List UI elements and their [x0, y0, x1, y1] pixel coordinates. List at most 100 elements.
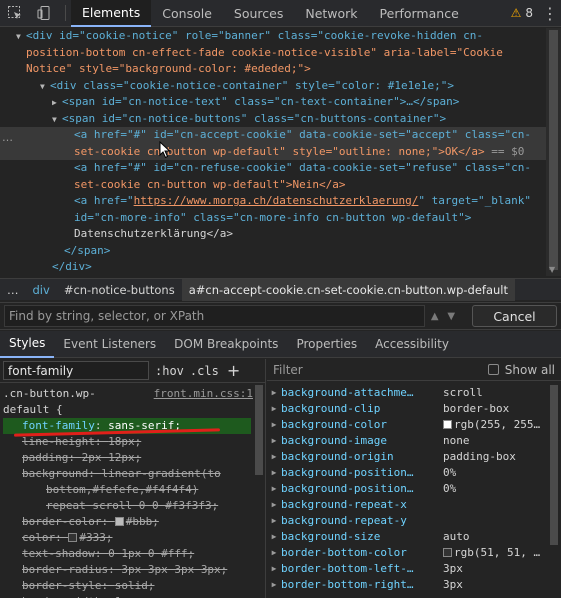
dom-line-close-span[interactable]: </span> [0, 243, 546, 260]
dom-line-continuation[interactable]: set-cookie cn-button wp-default" style="… [0, 143, 546, 160]
find-next-icon[interactable]: ▼ [445, 305, 459, 327]
dom-line-close-div[interactable]: </div> [0, 259, 546, 276]
new-rule-icon[interactable]: + [227, 361, 240, 380]
style-property[interactable]: color: #333; [3, 530, 265, 546]
breadcrumb-div[interactable]: div [26, 279, 57, 301]
show-all-checkbox[interactable] [487, 364, 499, 375]
expand-triangle-icon[interactable]: ▶ [267, 497, 281, 513]
computed-row[interactable]: ▶ background-repeat-x [267, 497, 561, 513]
dom-line-cn-accept-cookie-selected[interactable]: <a href="#" id="cn-accept-cookie" data-c… [0, 127, 546, 144]
collapse-triangle-icon[interactable]: ▶ [52, 95, 62, 112]
dom-line-menu-dots[interactable]: … [2, 131, 13, 144]
privacy-link[interactable]: https://www.morga.ch/datenschutzerklaeru… [134, 194, 419, 207]
property-name[interactable]: color [22, 531, 55, 544]
tab-styles[interactable]: Styles [0, 331, 55, 358]
computed-row[interactable]: ▶ background-clip border-box [267, 401, 561, 417]
scrollbar-thumb[interactable] [550, 385, 558, 545]
expand-triangle-icon[interactable]: ▶ [267, 513, 281, 529]
expand-triangle-icon[interactable]: ▶ [267, 449, 281, 465]
property-value[interactable]: 18px; [108, 435, 141, 448]
tab-sources[interactable]: Sources [223, 0, 294, 27]
property-value[interactable]: solid; [115, 579, 155, 592]
scroll-down-icon[interactable]: ▼ [549, 265, 555, 274]
tab-properties[interactable]: Properties [287, 331, 366, 358]
cls-toggle[interactable]: .cls [190, 364, 219, 378]
expand-triangle-icon[interactable]: ▶ [267, 465, 281, 481]
inspect-element-icon[interactable] [0, 0, 30, 27]
property-name[interactable]: line-height [22, 435, 95, 448]
more-options-icon[interactable]: ⋮ [539, 4, 561, 23]
rule-source-link[interactable]: front.min.css:1 [154, 386, 253, 402]
expand-triangle-icon[interactable]: ▶ [267, 417, 281, 433]
tab-accessibility[interactable]: Accessibility [366, 331, 458, 358]
expand-triangle-icon[interactable]: ▶ [267, 577, 281, 593]
property-name[interactable]: border-radius [22, 563, 108, 576]
tab-event-listeners[interactable]: Event Listeners [54, 331, 165, 358]
property-value[interactable]: 0 1px 0 #fff; [108, 547, 194, 560]
style-property[interactable]: border-radius: 3px 3px 3px 3px; [3, 562, 265, 578]
style-property[interactable]: border-color: #bbb; [3, 514, 265, 530]
computed-row[interactable]: ▶ border-bottom-color rgb(51, 51, … [267, 545, 561, 561]
computed-row[interactable]: ▶ background-attachme… scroll [267, 385, 561, 401]
tab-network[interactable]: Network [294, 0, 368, 27]
scrollbar-thumb[interactable] [549, 30, 558, 270]
expand-triangle-icon[interactable]: ▶ [267, 529, 281, 545]
expand-triangle-icon[interactable]: ▼ [16, 29, 26, 46]
style-property[interactable]: bottom,#fefefe,#f4f4f4) [3, 482, 265, 498]
dom-scrollbar[interactable]: ▼ [546, 28, 561, 276]
property-value[interactable]: #333; [79, 531, 112, 544]
property-name[interactable]: text-shadow [22, 547, 95, 560]
computed-filter-input[interactable] [273, 360, 463, 379]
expand-triangle-icon[interactable]: ▶ [267, 385, 281, 401]
show-all-toggle[interactable]: Show all [487, 363, 555, 377]
breadcrumb-cn-notice-buttons[interactable]: #cn-notice-buttons [57, 279, 182, 301]
style-property[interactable]: line-height: 18px; [3, 434, 265, 450]
property-name[interactable]: border-style [22, 579, 101, 592]
breadcrumb-ellipsis[interactable]: … [0, 279, 26, 301]
computed-row[interactable]: ▶ border-bottom-left-… 3px [267, 561, 561, 577]
property-value[interactable]: bottom,#fefefe,#f4f4f4) [46, 483, 198, 496]
computed-row[interactable]: ▶ border-bottom-right… 3px [267, 577, 561, 593]
expand-triangle-icon[interactable]: ▼ [40, 79, 50, 96]
property-value[interactable]: #bbb; [126, 515, 159, 528]
property-name[interactable]: border-color [22, 515, 101, 528]
computed-row[interactable]: ▶ background-repeat-y [267, 513, 561, 529]
dom-line-div-cookie-notice[interactable]: ▼ <div id="cookie-notice" role="banner" c… [0, 28, 546, 45]
expand-triangle-icon[interactable]: ▶ [267, 433, 281, 449]
computed-row[interactable]: ▶ background-color rgb(255, 255… [267, 417, 561, 433]
tab-performance[interactable]: Performance [369, 0, 470, 27]
style-property[interactable]: repeat scroll 0 0 #f3f3f3; [3, 498, 265, 514]
expand-triangle-icon[interactable]: ▶ [267, 481, 281, 497]
property-value[interactable]: repeat scroll 0 0 #f3f3f3; [46, 499, 218, 512]
tab-console[interactable]: Console [151, 0, 223, 27]
property-value[interactable]: 2px 12px; [82, 451, 142, 464]
style-property[interactable]: background: linear-gradient(to [3, 466, 265, 482]
styles-filter-input[interactable] [3, 361, 149, 380]
style-property[interactable]: border-style: solid; [3, 578, 265, 594]
expand-triangle-icon[interactable]: ▶ [267, 545, 281, 561]
property-value[interactable]: 3px 3px 3px 3px; [121, 563, 227, 576]
expand-triangle-icon[interactable]: ▶ [267, 561, 281, 577]
hov-toggle[interactable]: :hov [155, 364, 184, 378]
computed-scrollbar[interactable] [549, 383, 559, 597]
computed-row[interactable]: ▶ background-position… 0% [267, 481, 561, 497]
color-swatch[interactable] [114, 517, 124, 526]
tab-dom-breakpoints[interactable]: DOM Breakpoints [165, 331, 287, 358]
property-value[interactable]: linear-gradient(to [101, 467, 220, 480]
styles-scrollbar[interactable] [253, 383, 265, 598]
dom-line-cn-notice-buttons[interactable]: ▼ <span id="cn-notice-buttons" class="cn-… [0, 111, 546, 128]
computed-row[interactable]: ▶ background-size auto [267, 529, 561, 545]
scrollbar-thumb[interactable] [255, 385, 263, 475]
tab-elements[interactable]: Elements [71, 0, 152, 27]
dom-line-cookie-notice-container[interactable]: ▼ <div class="cookie-notice-container" st… [0, 78, 546, 95]
dom-line-cn-notice-text[interactable]: ▶ <span id="cn-notice-text" class="cn-tex… [0, 94, 546, 111]
find-previous-icon[interactable]: ▲ [428, 305, 442, 327]
device-toolbar-icon[interactable] [30, 0, 60, 27]
style-property[interactable]: padding: 2px 12px; [3, 450, 265, 466]
warnings-counter[interactable]: ⚠ 8 [511, 6, 539, 20]
property-name[interactable]: background [22, 467, 88, 480]
dom-line-cn-more-info[interactable]: <a href="https://www.morga.ch/datenschut… [0, 193, 546, 210]
style-property[interactable]: text-shadow: 0 1px 0 #fff; [3, 546, 265, 562]
computed-row[interactable]: ▶ background-position… 0% [267, 465, 561, 481]
expand-triangle-icon[interactable]: ▶ [267, 401, 281, 417]
